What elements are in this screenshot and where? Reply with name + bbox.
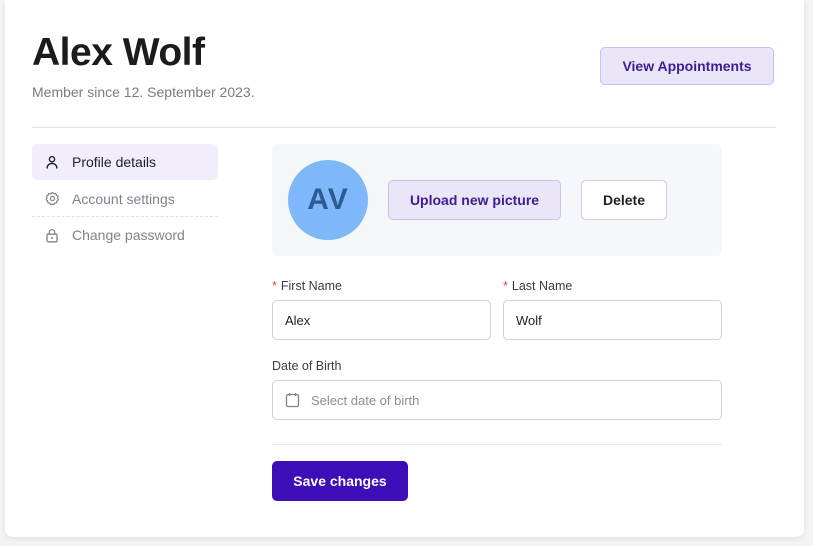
sidebar-item-change-password[interactable]: Change password [32, 217, 218, 253]
member-since-text: Member since 12. September 2023. [32, 84, 255, 100]
profile-card: Alex Wolf Member since 12. September 202… [5, 0, 804, 537]
sidebar-item-account-settings[interactable]: Account settings [32, 181, 218, 217]
profile-photo-section: AV Upload new picture Delete [272, 144, 722, 256]
lock-icon [44, 227, 60, 243]
date-of-birth-label: Date of Birth [272, 359, 342, 373]
view-appointments-button[interactable]: View Appointments [600, 47, 774, 85]
header-divider [32, 127, 776, 128]
user-icon [44, 154, 60, 170]
form-divider [272, 444, 722, 445]
sidebar-item-label: Change password [72, 227, 185, 243]
last-name-field[interactable] [503, 300, 722, 340]
sidebar-item-profile-details[interactable]: Profile details [32, 144, 218, 180]
upload-picture-button[interactable]: Upload new picture [388, 180, 561, 220]
sidebar-item-label: Account settings [72, 190, 175, 207]
first-name-field[interactable] [272, 300, 491, 340]
last-name-label: * Last Name [503, 279, 573, 293]
calendar-icon [285, 392, 301, 408]
page-title: Alex Wolf [32, 31, 205, 74]
avatar: AV [288, 160, 368, 240]
required-asterisk: * [272, 279, 277, 293]
save-changes-button[interactable]: Save changes [272, 461, 408, 501]
required-asterisk: * [503, 279, 508, 293]
settings-sidebar: Profile details Account settings Change … [32, 144, 218, 253]
date-of-birth-picker[interactable]: Select date of birth [272, 380, 722, 420]
sidebar-item-label: Profile details [72, 154, 157, 170]
delete-picture-button[interactable]: Delete [581, 180, 667, 220]
gear-icon [44, 191, 60, 207]
first-name-label: * First Name [272, 279, 342, 293]
date-placeholder: Select date of birth [311, 392, 420, 408]
